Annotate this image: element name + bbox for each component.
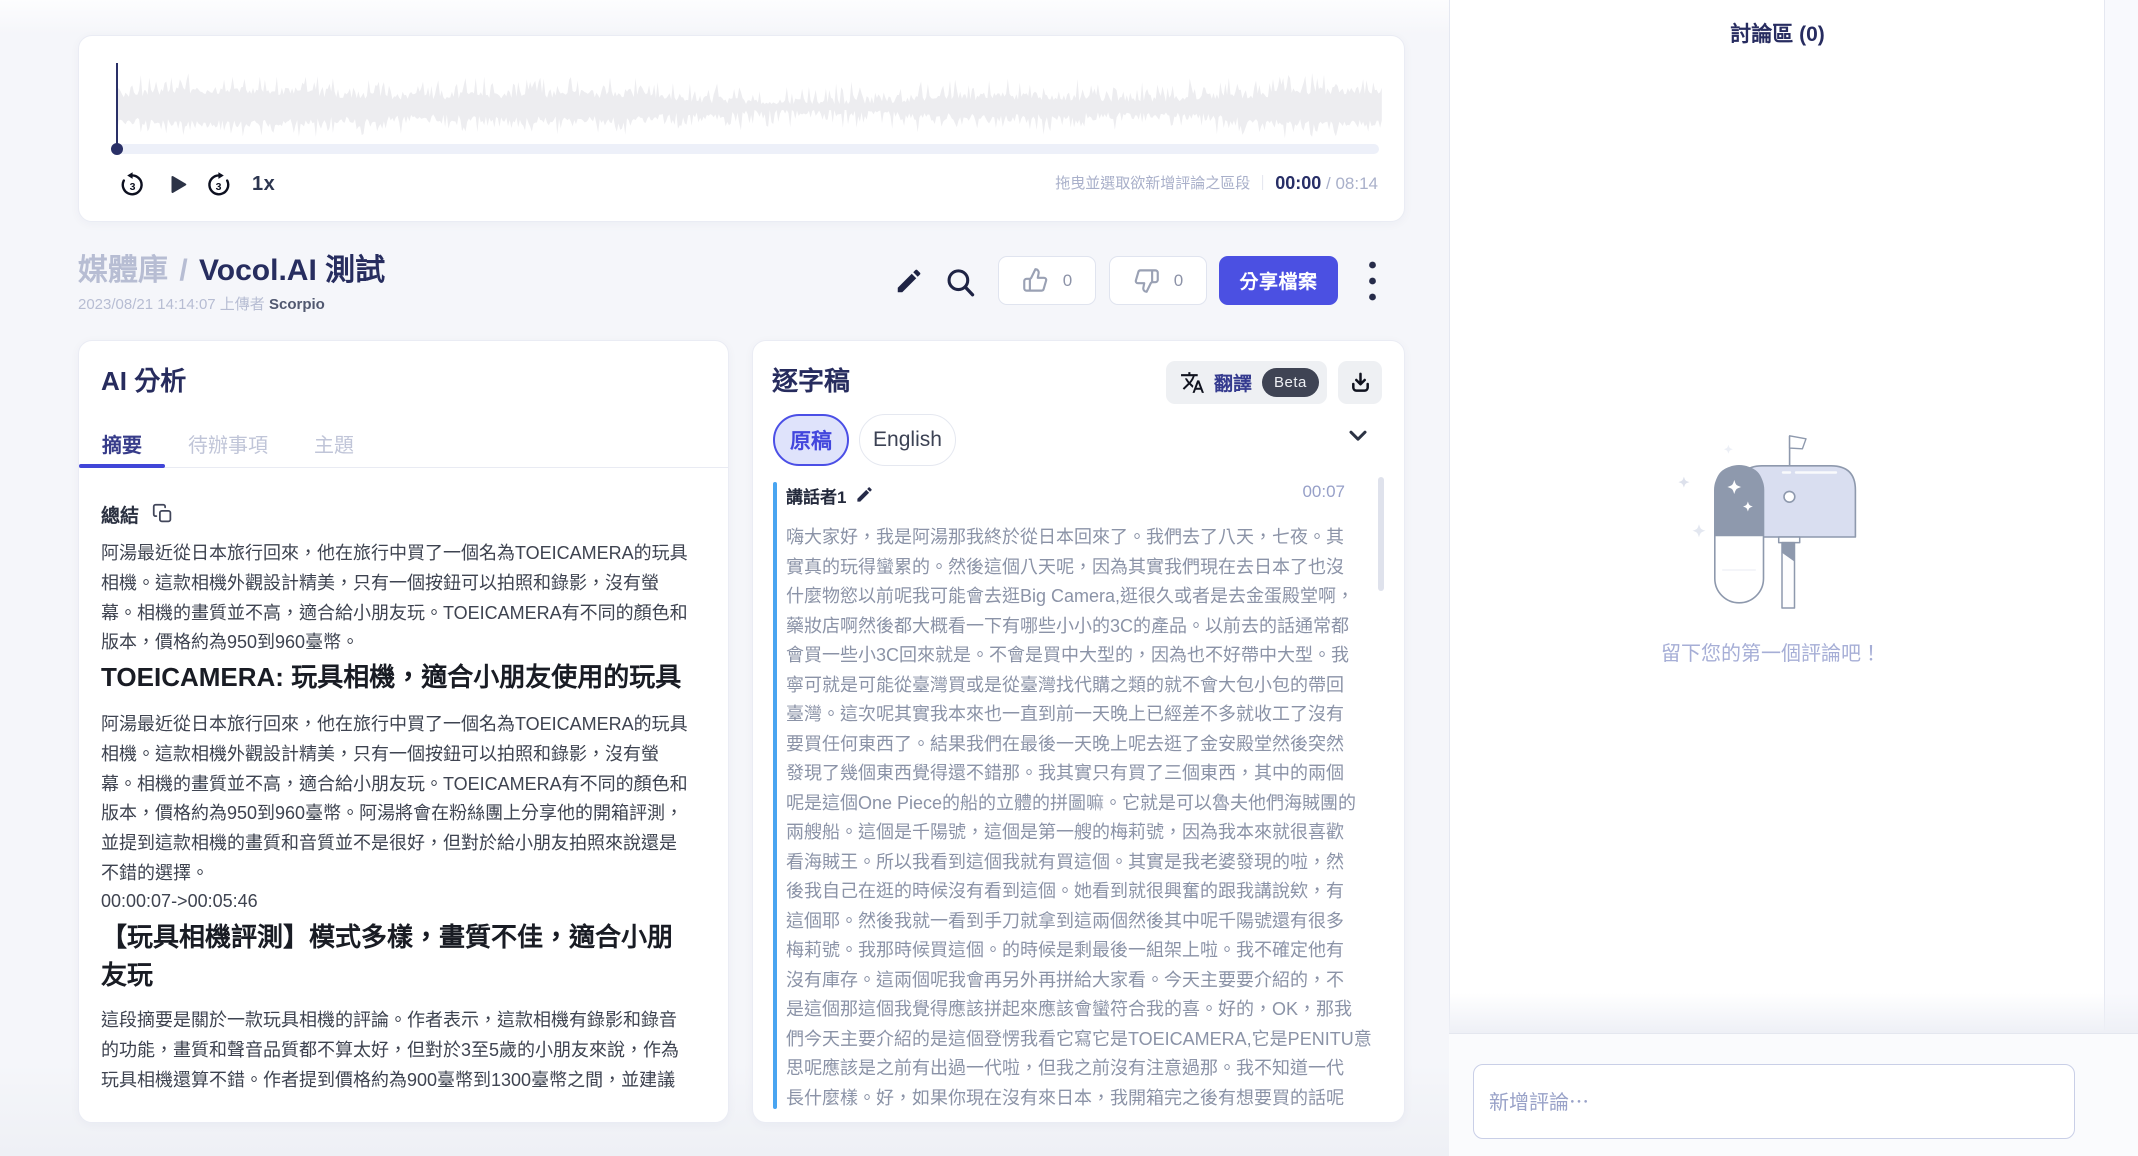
svg-text:3: 3: [130, 181, 136, 193]
svg-text:3: 3: [216, 181, 222, 193]
